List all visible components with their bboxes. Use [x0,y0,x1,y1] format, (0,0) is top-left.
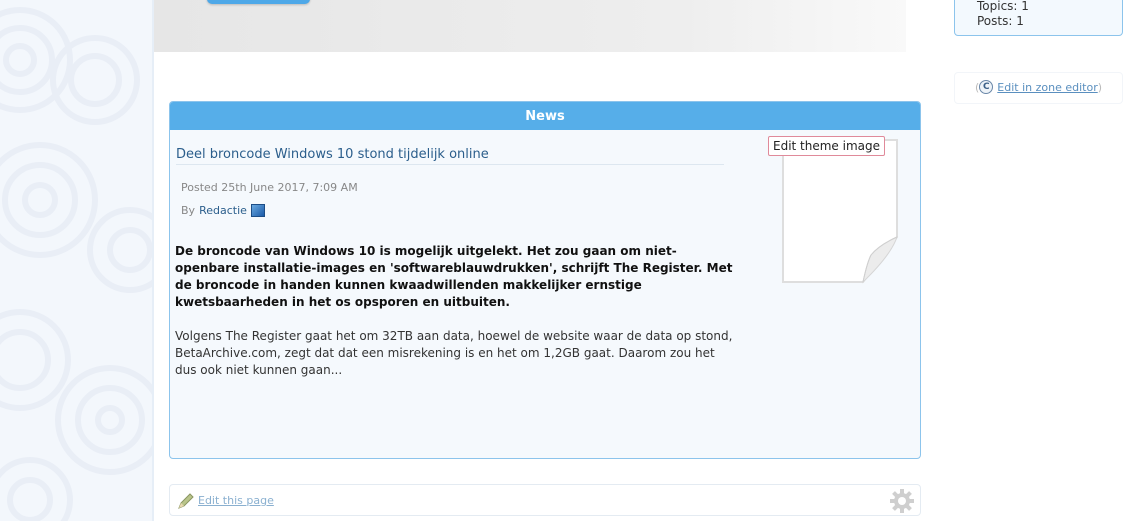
article-title-link[interactable]: Deel broncode Windows 10 stond tijdelijk… [176,147,489,162]
byline: By Redactie [181,204,265,217]
pencil-icon [177,492,195,513]
topics-count: Topics: 1 [977,0,1029,13]
edit-in-zone-editor-link[interactable]: Edit in zone editor [997,81,1097,94]
article-lead: De broncode van Windows 10 is mogelijk u… [175,244,733,309]
paren-close: ) [1097,80,1103,94]
zone-editor-box: ( C Edit in zone editor ) [954,72,1123,104]
user-badge-icon [250,204,265,217]
article-body: Volgens The Register gaat het om 32TB aa… [175,329,733,377]
by-label: By [181,204,196,217]
title-divider [176,164,724,165]
forum-stats-box: Topics: 1 Posts: 1 [954,0,1123,36]
top-panel [154,0,906,52]
news-block: News Deel broncode Windows 10 stond tijd… [169,101,921,459]
c-icon: C [979,80,994,94]
theme-image [779,137,901,284]
background-pattern [0,0,155,521]
posts-count: Posts: 1 [977,14,1024,28]
gear-icon[interactable] [890,489,914,516]
posted-date: Posted 25th June 2017, 7:09 AM [181,181,358,194]
edit-this-page-link[interactable]: Edit this page [198,494,274,507]
page-content: Topics: 1 Posts: 1 ( C Edit in zone edit… [152,0,1145,521]
author-link[interactable]: Redactie [199,204,247,217]
edit-page-bar: Edit this page [169,484,921,516]
top-button[interactable] [207,0,310,4]
edit-theme-image-button[interactable]: Edit theme image [768,136,886,156]
news-heading: News [170,102,920,130]
